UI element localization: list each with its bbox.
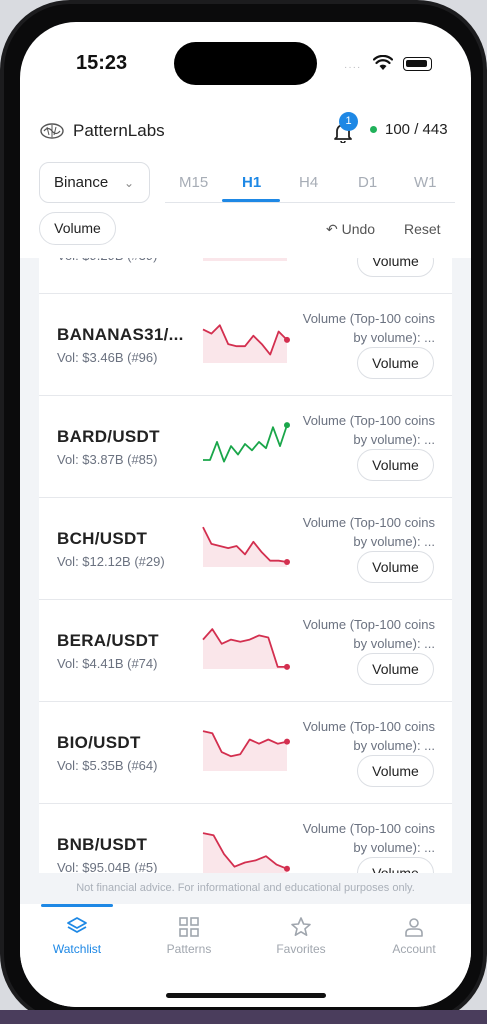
app-screen: 15:23 ···· PatternLabs 1 100 / 443 Binan… [20, 22, 471, 1007]
app-header: PatternLabs 1 100 / 443 [20, 112, 471, 152]
notification-badge: 1 [339, 112, 358, 131]
undo-icon: ↶ [326, 221, 342, 237]
signal-icon: ···· [344, 62, 362, 73]
volume-button[interactable]: Volume [357, 653, 434, 685]
sparkline-chart [202, 730, 290, 771]
timeframe-tabs: M15 H1 H4 D1 W1 [165, 167, 455, 203]
nav-watchlist[interactable]: Watchlist [32, 916, 122, 956]
layers-icon [67, 917, 87, 933]
watchlist-card[interactable]: BIO/USDT Vol: $5.35B (#64) Volume (Top-100… [39, 702, 452, 804]
tab-d1[interactable]: D1 [358, 174, 377, 191]
sparkline-end-dot [284, 558, 290, 565]
watchlist-card[interactable]: Vol: $9.29B (#39) Volume [39, 258, 452, 294]
pair-volume: Vol: $9.29B (#39) [57, 258, 157, 263]
sparkline-chart [202, 628, 290, 670]
pair-volume: Vol: $3.87B (#85) [57, 452, 158, 467]
signal-note: Volume (Top-100 coins by volume): ... [302, 413, 435, 447]
sparkline-chart [203, 258, 287, 261]
tab-h4[interactable]: H4 [299, 174, 318, 191]
watchlist-card[interactable]: BARD/USDT Vol: $3.87B (#85) Volume (Top-10… [39, 396, 452, 498]
sparkline-area [203, 258, 287, 261]
sparkline-chart [202, 832, 290, 873]
volume-button[interactable]: Volume [357, 551, 434, 583]
brain-logo-icon [40, 123, 64, 139]
nav-account[interactable]: Account [369, 916, 459, 956]
active-nav-indicator [41, 904, 113, 907]
sparkline-chart [203, 422, 290, 463]
background-edge [0, 1010, 487, 1024]
tab-w1[interactable]: W1 [414, 174, 437, 191]
online-status-dot [370, 126, 377, 133]
watchlist: Vol: $9.29B (#39) Volume BANANAS31/... Vol:… [39, 258, 452, 873]
active-tab-indicator [222, 199, 280, 202]
usage-quota: 100 / 443 [385, 121, 448, 138]
watchlist-clip: Vol: $9.29B (#39) Volume BANANAS31/... Vol:… [39, 258, 452, 873]
status-bar: 15:23 ···· [20, 22, 471, 102]
nav-label: Watchlist [52, 942, 102, 956]
pair-volume: Vol: $12.12B (#29) [57, 554, 165, 569]
nav-label: Favorites [276, 942, 326, 956]
brand-name: PatternLabs [73, 121, 165, 140]
volume-button[interactable]: Volume [357, 347, 434, 379]
signal-note: Volume (Top-100 coins by volume): ... [302, 515, 435, 549]
phone-frame: 15:23 ···· PatternLabs 1 100 / 443 Binan… [0, 0, 487, 1024]
battery-icon [403, 57, 432, 71]
chevron-down-icon: ⌄ [124, 176, 135, 190]
dynamic-island [174, 42, 317, 85]
nav-label: Patterns [166, 942, 212, 956]
pair-volume: Vol: $4.41B (#74) [57, 656, 158, 671]
nav-patterns[interactable]: Patterns [144, 916, 234, 956]
signal-note: Volume (Top-100 coins by volume): ... [302, 311, 435, 345]
pair-volume: Vol: $95.04B (#5) [57, 860, 158, 873]
sparkline-chart [202, 526, 290, 567]
sparkline-end-dot [284, 865, 290, 872]
person-icon [405, 918, 423, 937]
pair-symbol: BERA/USDT [57, 631, 159, 650]
watchlist-card[interactable]: BCH/USDT Vol: $12.12B (#29) Volume (Top-10… [39, 498, 452, 600]
pair-symbol: BNB/USDT [57, 835, 148, 854]
watchlist-scroll-area[interactable]: Vol: $9.29B (#39) Volume BANANAS31/... Vol:… [20, 258, 471, 873]
sparkline-end-dot [284, 336, 290, 343]
status-time: 15:23 [76, 52, 128, 74]
wifi-icon [373, 55, 393, 70]
sparkline-chart [202, 324, 290, 363]
tab-m15[interactable]: M15 [179, 174, 208, 191]
watchlist-card[interactable]: BNB/USDT Vol: $95.04B (#5) Volume (Top-100… [39, 804, 452, 873]
pair-symbol: BCH/USDT [57, 529, 148, 548]
volume-button[interactable]: Volume [357, 857, 434, 873]
sparkline-end-dot [284, 422, 290, 429]
sparkline-end-dot [284, 663, 290, 670]
pair-symbol: BIO/USDT [57, 733, 141, 752]
undo-label: Undo [341, 221, 376, 237]
grid-icon [179, 917, 199, 937]
home-indicator [166, 993, 326, 998]
undo-button[interactable]: ↶ Undo [326, 221, 375, 238]
bottom-tab-bar: Watchlist Patterns Favorites Account [20, 904, 471, 1007]
watchlist-card[interactable]: BERA/USDT Vol: $4.41B (#74) Volume (Top-10… [39, 600, 452, 702]
exchange-label: Binance [54, 174, 109, 191]
signal-note: Volume (Top-100 coins by volume): ... [302, 617, 435, 651]
volume-button[interactable]: Volume [357, 449, 434, 481]
volume-filter-chip[interactable]: Volume [39, 212, 116, 245]
volume-button[interactable]: Volume [357, 258, 434, 277]
disclaimer: Not financial advice. For informational … [20, 873, 471, 904]
signal-note: Volume (Top-100 coins by volume): ... [302, 719, 435, 753]
nav-label: Account [392, 942, 436, 956]
pair-symbol: BARD/USDT [57, 427, 160, 446]
pair-volume: Vol: $5.35B (#64) [57, 758, 158, 773]
pair-volume: Vol: $3.46B (#96) [57, 350, 158, 365]
pair-symbol: BANANAS31/... [57, 325, 184, 344]
volume-button[interactable]: Volume [357, 755, 434, 787]
watchlist-card[interactable]: BANANAS31/... Vol: $3.46B (#96) Volume (To… [39, 294, 452, 396]
phone-bezel: 15:23 ···· PatternLabs 1 100 / 443 Binan… [4, 4, 483, 1020]
sparkline-line [203, 424, 288, 463]
sparkline-area [203, 731, 287, 771]
reset-button[interactable]: Reset [404, 221, 441, 237]
star-icon [291, 917, 311, 936]
signal-note: Volume (Top-100 coins by volume): ... [302, 821, 435, 855]
nav-favorites[interactable]: Favorites [256, 916, 346, 956]
tab-h1[interactable]: H1 [242, 174, 261, 191]
sparkline-end-dot [284, 738, 290, 745]
exchange-select[interactable]: Binance ⌄ [39, 162, 150, 203]
